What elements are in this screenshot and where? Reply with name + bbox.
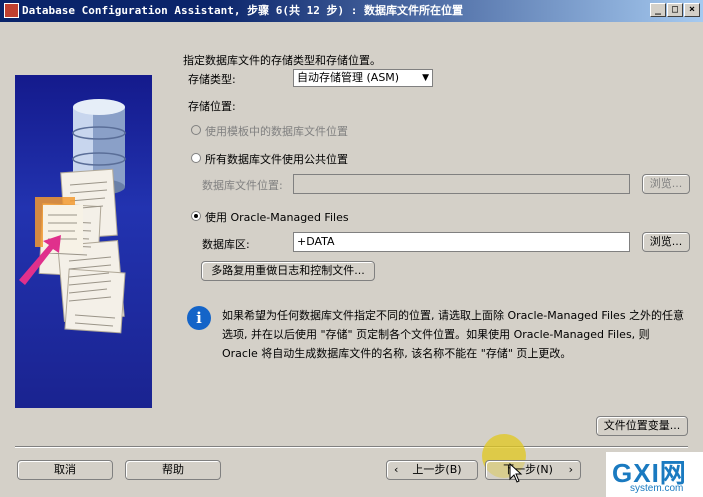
storage-type-select[interactable]: 自动存储管理 (ASM) ▼ <box>293 69 433 87</box>
cancel-button[interactable]: 取消 <box>17 460 113 480</box>
info-line-3: Oracle 将自动生成数据库文件的名称, 该名称不能在 "存储" 页上更改。 <box>222 347 572 360</box>
minimize-button[interactable]: _ <box>650 3 666 17</box>
db-file-location-input[interactable] <box>293 174 630 194</box>
close-button[interactable]: × <box>684 3 700 17</box>
window-title: Database Configuration Assistant, 步骤 6(共… <box>22 4 464 17</box>
storage-type-value: 自动存储管理 (ASM) <box>297 71 400 84</box>
back-button-label: 上一步(B) <box>412 463 462 476</box>
info-line-2: 选项, 并在以后使用 "存储" 页定制各个文件位置。如果使用 Oracle-Ma… <box>222 328 650 341</box>
next-button[interactable]: 下一步(N) › <box>485 460 581 480</box>
info-line-1: 如果希望为任何数据库文件指定不同的位置, 请选取上面除 Oracle-Manag… <box>222 309 685 322</box>
maximize-button[interactable]: □ <box>667 3 683 17</box>
info-message: 如果希望为任何数据库文件指定不同的位置, 请选取上面除 Oracle-Manag… <box>222 306 692 363</box>
site-watermark: GXI网 system.com <box>606 452 703 497</box>
info-icon: i <box>187 306 211 330</box>
option-omf-label: 使用 Oracle-Managed Files <box>205 211 349 224</box>
db-area-label: 数据库区: <box>202 238 250 251</box>
page-heading: 指定数据库文件的存储类型和存储位置。 <box>183 54 381 67</box>
browse-file-location-button[interactable]: 浏览... <box>642 174 690 194</box>
database-documents-illustration <box>19 99 126 334</box>
option-template-label: 使用模板中的数据库文件位置 <box>205 125 348 138</box>
help-button[interactable]: 帮助 <box>125 460 221 480</box>
app-icon <box>4 3 19 18</box>
browse-db-area-button[interactable]: 浏览... <box>642 232 690 252</box>
chevron-left-icon: ‹ <box>394 463 399 476</box>
storage-type-label: 存储类型: <box>188 73 236 86</box>
db-file-location-label: 数据库文件位置: <box>202 179 283 192</box>
storage-location-label: 存储位置: <box>188 100 236 113</box>
option-common-label: 所有数据库文件使用公共位置 <box>205 153 348 166</box>
radio-omf[interactable] <box>191 211 201 221</box>
db-area-input[interactable]: +DATA <box>293 232 630 252</box>
multiplex-redo-logs-button[interactable]: 多路复用重做日志和控制文件... <box>201 261 375 281</box>
file-location-variables-button[interactable]: 文件位置变量... <box>596 416 688 436</box>
radio-common-location[interactable] <box>191 153 201 163</box>
watermark-site: system.com <box>630 483 684 494</box>
mouse-pointer-icon <box>509 463 523 483</box>
wizard-illustration <box>15 75 152 408</box>
chevron-right-icon: › <box>568 463 573 476</box>
title-bar: Database Configuration Assistant, 步骤 6(共… <box>0 0 703 22</box>
chevron-down-icon: ▼ <box>422 73 429 83</box>
radio-template-location[interactable] <box>191 125 201 135</box>
back-button[interactable]: ‹ 上一步(B) <box>386 460 478 480</box>
footer-divider <box>15 446 688 448</box>
